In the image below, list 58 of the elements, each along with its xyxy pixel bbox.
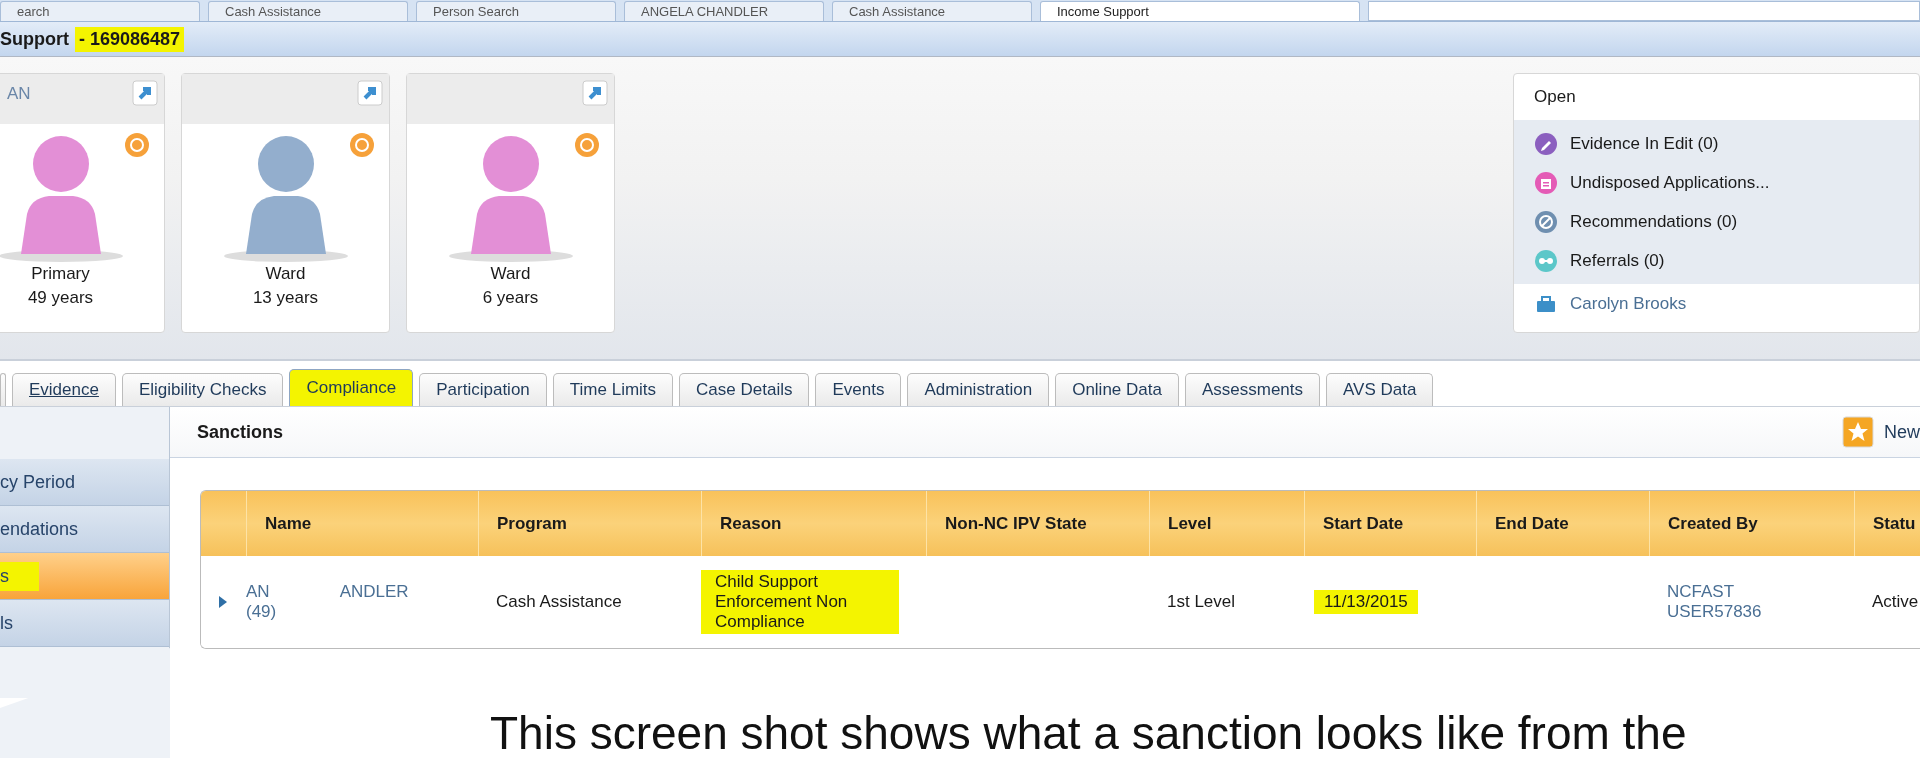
search-field[interactable]: [1368, 1, 1920, 21]
tab[interactable]: Case Details: [679, 373, 810, 406]
sidebar-item[interactable]: cy Period: [0, 459, 169, 506]
table-cell-text: 1st Level: [1166, 591, 1237, 613]
tab[interactable]: Eligibility Checks: [121, 373, 284, 406]
badge-icon: [124, 132, 150, 158]
person-role: Primary: [31, 263, 90, 285]
briefcase-icon: [1536, 296, 1556, 312]
section-title: Sanctions: [197, 421, 284, 443]
table-cell[interactable]: (49): [246, 602, 277, 622]
table-cell[interactable]: ANDLER: [339, 582, 409, 602]
case-title: Support: [0, 28, 69, 50]
window-tab[interactable]: ANGELA CHANDLER: [624, 1, 824, 21]
badge-icon: [574, 132, 600, 158]
tab[interactable]: Participation: [419, 373, 547, 406]
tab[interactable]: Administration: [907, 373, 1050, 406]
link-icon: [1534, 248, 1558, 273]
table-cell: 11/13/2015: [1314, 590, 1418, 614]
window-tab[interactable]: earch: [0, 1, 200, 21]
tab[interactable]: [0, 373, 6, 406]
tab[interactable]: Evidence: [12, 373, 116, 406]
table-cell-text: NCFAST USER57836: [1666, 581, 1763, 623]
document-icon: [1534, 170, 1558, 195]
case-number: - 169086487: [75, 26, 185, 52]
window-tab[interactable]: Cash Assistance: [208, 1, 408, 21]
panel-item[interactable]: Recommendations (0): [1514, 202, 1919, 241]
panel-item[interactable]: Evidence In Edit (0): [1514, 124, 1919, 163]
tab[interactable]: AVS Data: [1326, 373, 1434, 406]
sidebar-item[interactable]: s: [0, 553, 169, 600]
window-tab[interactable]: Cash Assistance: [832, 1, 1032, 21]
table-cell-text: Cash Assistance: [495, 591, 623, 613]
tab[interactable]: Events: [815, 373, 902, 406]
panel-title: Open: [1533, 86, 1577, 108]
window-tab[interactable]: Person Search: [416, 1, 616, 21]
tab[interactable]: Compliance: [289, 369, 414, 406]
slide-caption: This screen shot shows what a sanction looks like from the: [490, 706, 1687, 760]
table-cell: Child Support Enforcement Non Compliance: [701, 570, 899, 634]
sidebar-item[interactable]: ls: [0, 600, 169, 647]
person-age: 13 years: [252, 287, 319, 309]
prohibited-icon: [1534, 209, 1558, 234]
tab[interactable]: Online Data: [1055, 373, 1179, 406]
person-age: 6 years: [482, 287, 539, 309]
person-role: Ward: [490, 263, 531, 285]
badge-icon: [349, 132, 375, 158]
tab[interactable]: Time Limits: [552, 373, 674, 406]
new-button[interactable]: New: [1842, 416, 1920, 448]
owner-name[interactable]: Carolyn Brooks: [1570, 294, 1687, 314]
table-cell-text: Active: [1871, 591, 1920, 613]
panel-item[interactable]: Undisposed Applications...: [1514, 163, 1919, 202]
sidebar-item[interactable]: endations: [0, 506, 169, 553]
panel-item[interactable]: Referrals (0): [1514, 241, 1919, 280]
person-role: Ward: [265, 263, 306, 285]
person-age: 49 years: [27, 287, 94, 309]
window-tab[interactable]: Income Support: [1040, 1, 1360, 21]
table-cell[interactable]: AN: [246, 582, 270, 602]
person-name: AN: [7, 83, 31, 105]
tab[interactable]: Assessments: [1184, 373, 1321, 406]
pencil-icon: [1534, 131, 1558, 156]
